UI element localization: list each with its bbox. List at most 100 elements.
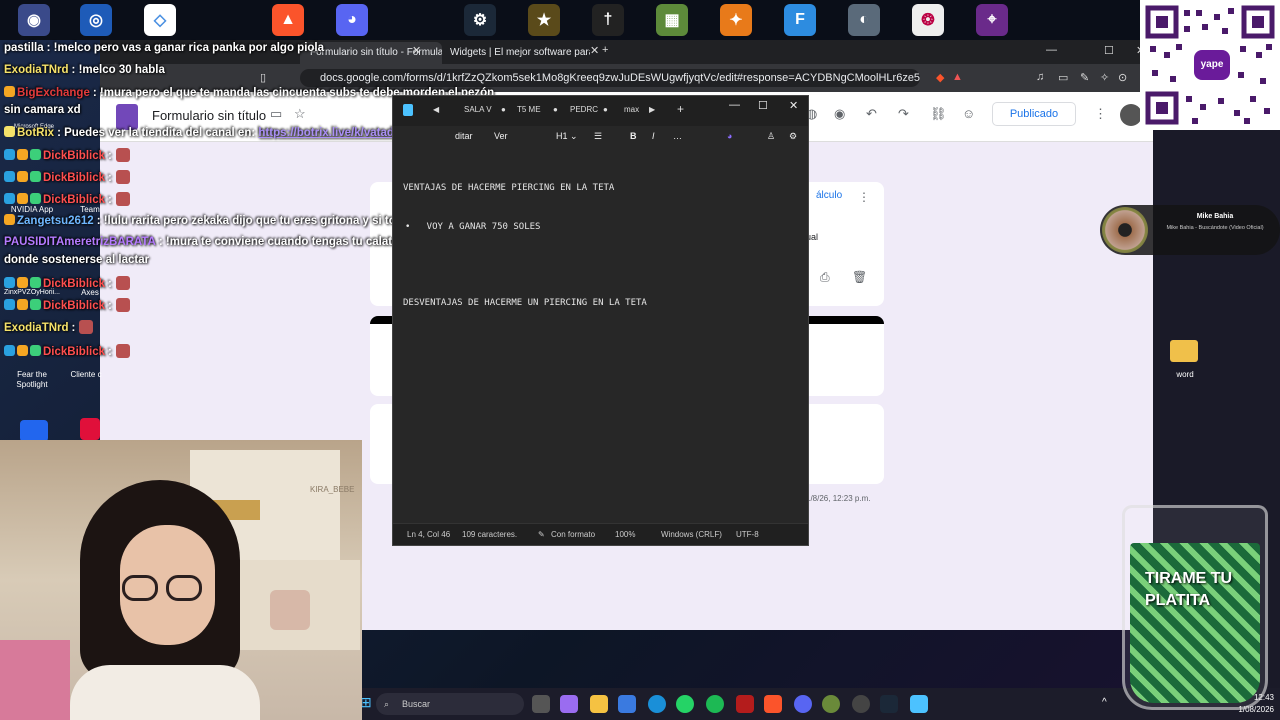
- app-icon[interactable]: ◇: [144, 4, 176, 36]
- folder-icon[interactable]: [1170, 340, 1198, 362]
- steam-icon[interactable]: ⚙: [464, 4, 496, 36]
- spotify-icon[interactable]: [706, 695, 724, 713]
- file-explorer-icon[interactable]: [590, 695, 608, 713]
- gear-icon[interactable]: ⚙: [789, 131, 797, 142]
- publish-button[interactable]: Publicado: [992, 102, 1076, 126]
- more-icon[interactable]: ⋮: [1094, 106, 1107, 122]
- sidebar-icon[interactable]: ▭: [1058, 71, 1068, 84]
- task-view-icon[interactable]: [532, 695, 550, 713]
- desktop-icon-label[interactable]: word: [1170, 370, 1200, 379]
- list-icon[interactable]: ☰: [594, 131, 602, 142]
- print-icon[interactable]: ⎙: [820, 270, 830, 285]
- game-icon[interactable]: ★: [528, 4, 560, 36]
- url-field[interactable]: docs.google.com/forms/d/1krfZzQZkom5sek1…: [300, 69, 920, 87]
- whatsapp-icon[interactable]: [676, 695, 694, 713]
- new-tab-icon[interactable]: +: [677, 102, 684, 116]
- app-icon[interactable]: ◉: [18, 4, 50, 36]
- brave-icon[interactable]: [764, 695, 782, 713]
- emote-icon: [115, 192, 130, 206]
- emote-icon: [115, 276, 130, 290]
- minimize-icon[interactable]: —: [729, 99, 740, 111]
- maximize-icon[interactable]: ☐: [758, 99, 768, 112]
- search-box[interactable]: ⌕ Buscar: [376, 693, 524, 715]
- shirt: [70, 665, 260, 720]
- italic-icon[interactable]: I: [652, 131, 655, 141]
- trash-icon[interactable]: 🗑: [852, 270, 867, 284]
- desktop-icon-label[interactable]: Cliente c: [66, 370, 106, 380]
- star-icon[interactable]: ☆: [294, 106, 306, 122]
- redo-icon[interactable]: ↷: [898, 106, 909, 122]
- notepad-tab[interactable]: PEDRC: [570, 105, 598, 114]
- avatar[interactable]: [1120, 104, 1142, 126]
- form-title[interactable]: Formulario sin título: [152, 108, 266, 123]
- chat-message: donde sostenerse al lactar: [4, 254, 149, 266]
- artist-name: Mike Bahia: [1196, 213, 1234, 220]
- menu-edit[interactable]: ditar: [455, 131, 473, 141]
- roblox-icon[interactable]: [20, 420, 48, 442]
- bold-icon[interactable]: B: [630, 131, 637, 141]
- discord-icon[interactable]: ◕: [336, 4, 368, 36]
- more-icon[interactable]: ⋮: [858, 190, 870, 204]
- minecraft-icon[interactable]: ▦: [656, 4, 688, 36]
- app-icon[interactable]: ❂: [912, 4, 944, 36]
- close-icon[interactable]: ✕: [590, 44, 599, 57]
- notepad-document[interactable]: VENTAJAS DE HACERME PIERCING EN LA TETA …: [403, 156, 803, 336]
- account-icon[interactable]: ♙: [767, 131, 775, 142]
- discord-icon[interactable]: [794, 695, 812, 713]
- wallet-icon[interactable]: ⊙: [1118, 71, 1127, 84]
- tab-prev-icon[interactable]: ◀: [433, 105, 439, 114]
- minimize-icon[interactable]: —: [1046, 44, 1057, 56]
- heading-dropdown[interactable]: H1: [556, 131, 568, 141]
- undo-icon[interactable]: ↶: [866, 106, 877, 122]
- notepad-tab[interactable]: max: [624, 105, 639, 114]
- brave-icon[interactable]: ▲: [272, 4, 304, 36]
- badge-icon: [30, 193, 41, 204]
- tab-next-icon[interactable]: ▶: [649, 105, 655, 114]
- response-timestamp: 1/8/26, 12:23 p.m.: [806, 494, 871, 503]
- link-icon[interactable]: ⛓: [930, 106, 947, 122]
- chevron-up-icon[interactable]: ^: [1102, 697, 1107, 708]
- calc-label[interactable]: álculo: [816, 190, 842, 201]
- desktop-icon-label[interactable]: Fear the Spotlight: [4, 370, 60, 390]
- music-icon[interactable]: ♫: [1036, 71, 1044, 83]
- app-icon[interactable]: ◎: [80, 4, 112, 36]
- notepad-icon[interactable]: [910, 695, 928, 713]
- document-line: • VOY A GANAR 750 SOLES: [405, 222, 541, 232]
- brave-shield-icon[interactable]: ◆: [936, 71, 944, 84]
- format-status[interactable]: Con formato: [551, 530, 595, 539]
- zoom-level[interactable]: 100%: [615, 530, 635, 539]
- app-icon[interactable]: F: [784, 4, 816, 36]
- encoding[interactable]: UTF-8: [736, 530, 759, 539]
- bookmark-icon[interactable]: ▯: [260, 71, 266, 84]
- app-icon[interactable]: [80, 418, 100, 440]
- more-icon[interactable]: …: [673, 131, 682, 141]
- line-ending[interactable]: Windows (CRLF): [661, 530, 722, 539]
- store-icon[interactable]: [618, 695, 636, 713]
- notepad-tab[interactable]: SALA V: [464, 105, 492, 114]
- chevron-down-icon[interactable]: ⌄: [570, 131, 578, 142]
- chatgpt-icon[interactable]: [852, 695, 870, 713]
- game-icon[interactable]: ✦: [720, 4, 752, 36]
- app-icon[interactable]: ◐: [848, 4, 880, 36]
- dota-icon[interactable]: [736, 695, 754, 713]
- tab-widgets[interactable]: Widgets | El mejor software para pot: [440, 42, 590, 64]
- maps-icon[interactable]: ⌖: [976, 4, 1008, 36]
- steam-icon[interactable]: [880, 695, 898, 713]
- notepad-tab[interactable]: T5 ME: [517, 105, 541, 114]
- edge-icon[interactable]: [648, 695, 666, 713]
- new-tab-icon[interactable]: +: [602, 44, 608, 56]
- add-collaborator-icon[interactable]: ☺: [962, 106, 975, 121]
- copilot-icon[interactable]: [560, 695, 578, 713]
- game-icon[interactable]: †: [592, 4, 624, 36]
- preview-icon[interactable]: ◉: [834, 106, 845, 122]
- folder-icon[interactable]: ▭: [270, 106, 282, 122]
- close-icon[interactable]: ✕: [789, 99, 798, 112]
- copilot-icon[interactable]: ◕: [727, 131, 732, 141]
- puzzle-icon[interactable]: ✧: [1100, 71, 1109, 84]
- menu-view[interactable]: Ver: [494, 131, 508, 141]
- app-icon[interactable]: [822, 695, 840, 713]
- alert-icon[interactable]: ▲: [952, 71, 963, 83]
- extension-icon[interactable]: ✎: [1080, 71, 1089, 84]
- maximize-icon[interactable]: ☐: [1104, 44, 1114, 57]
- close-icon[interactable]: ✕: [412, 44, 421, 57]
